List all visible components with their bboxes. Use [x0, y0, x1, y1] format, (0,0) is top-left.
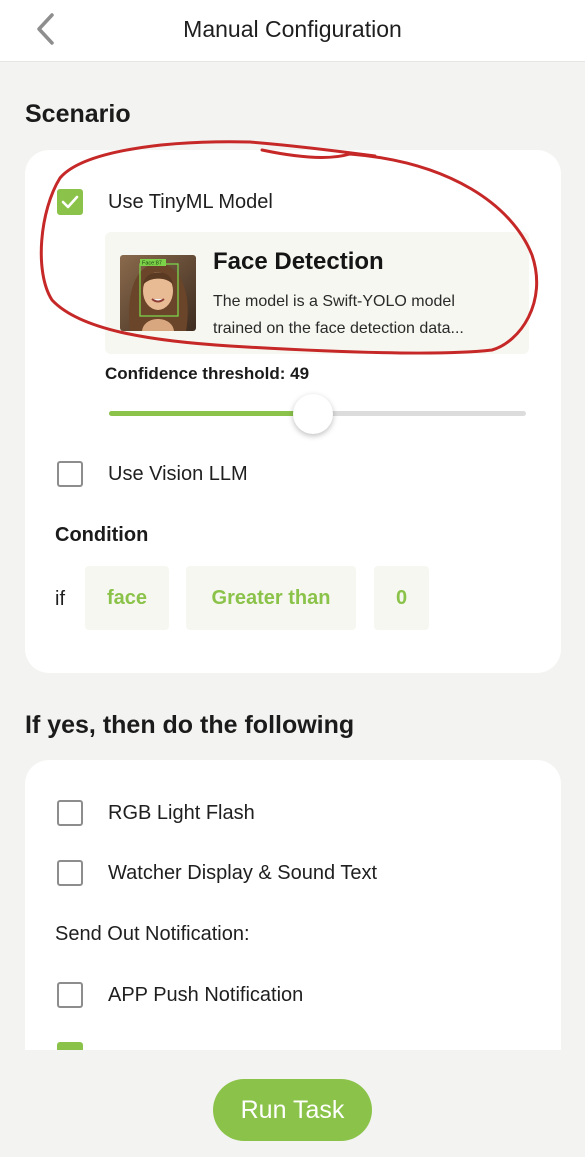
- display-sound-label: Watcher Display & Sound Text: [108, 861, 378, 884]
- vision-llm-checkbox[interactable]: [57, 461, 83, 487]
- display-sound-option[interactable]: Watcher Display & Sound Text: [57, 860, 377, 886]
- page-title: Manual Configuration: [183, 16, 402, 42]
- model-description: The model is a Swift-YOLO model trained …: [213, 288, 523, 342]
- serial-option[interactable]: [57, 1042, 83, 1050]
- condition-operator-select[interactable]: Greater than: [186, 566, 356, 630]
- condition-value-input[interactable]: 0: [374, 566, 429, 630]
- slider-thumb[interactable]: [293, 394, 333, 434]
- slider-fill: [109, 411, 313, 416]
- app-push-option[interactable]: APP Push Notification: [57, 982, 303, 1008]
- run-task-button[interactable]: Run Task: [213, 1079, 372, 1141]
- tinyml-checkbox[interactable]: [57, 189, 83, 215]
- rgb-checkbox[interactable]: [57, 800, 83, 826]
- tinyml-label: Use TinyML Model: [108, 190, 273, 213]
- checkmark-icon: [61, 195, 79, 209]
- display-sound-checkbox[interactable]: [57, 860, 83, 886]
- model-card[interactable]: Face:87 Face Detection The model is a Sw…: [105, 232, 529, 354]
- rgb-label: RGB Light Flash: [108, 801, 255, 824]
- face-tag-text: Face:87: [142, 261, 162, 267]
- model-name: Face Detection: [213, 248, 384, 275]
- model-description-line-2: trained on the face detection data...: [213, 320, 464, 337]
- model-description-line-1: The model is a Swift-YOLO model: [213, 293, 455, 310]
- condition-heading: Condition: [55, 524, 149, 546]
- scenario-card: Use TinyML Model Face:87 Face Detection …: [25, 150, 561, 673]
- notification-heading: Send Out Notification:: [55, 923, 250, 945]
- model-thumbnail: Face:87: [120, 255, 196, 331]
- top-nav-bar: Manual Configuration: [0, 0, 585, 62]
- app-push-checkbox[interactable]: [57, 982, 83, 1008]
- vision-llm-option[interactable]: Use Vision LLM: [57, 461, 248, 487]
- condition-object-select[interactable]: face: [85, 566, 169, 630]
- confidence-slider[interactable]: [109, 394, 529, 434]
- tinyml-option[interactable]: Use TinyML Model: [57, 189, 273, 215]
- vision-llm-label: Use Vision LLM: [108, 462, 248, 485]
- app-push-label: APP Push Notification: [108, 983, 304, 1006]
- condition-if-label: if: [55, 588, 65, 610]
- confidence-label: Confidence threshold: 49: [105, 364, 310, 383]
- actions-heading: If yes, then do the following: [25, 711, 355, 739]
- serial-checkbox[interactable]: [57, 1042, 83, 1050]
- face-preview-image: Face:87: [120, 255, 196, 331]
- scenario-heading: Scenario: [25, 100, 131, 128]
- actions-card: RGB Light Flash Watcher Display & Sound …: [25, 760, 561, 1050]
- rgb-option[interactable]: RGB Light Flash: [57, 800, 255, 826]
